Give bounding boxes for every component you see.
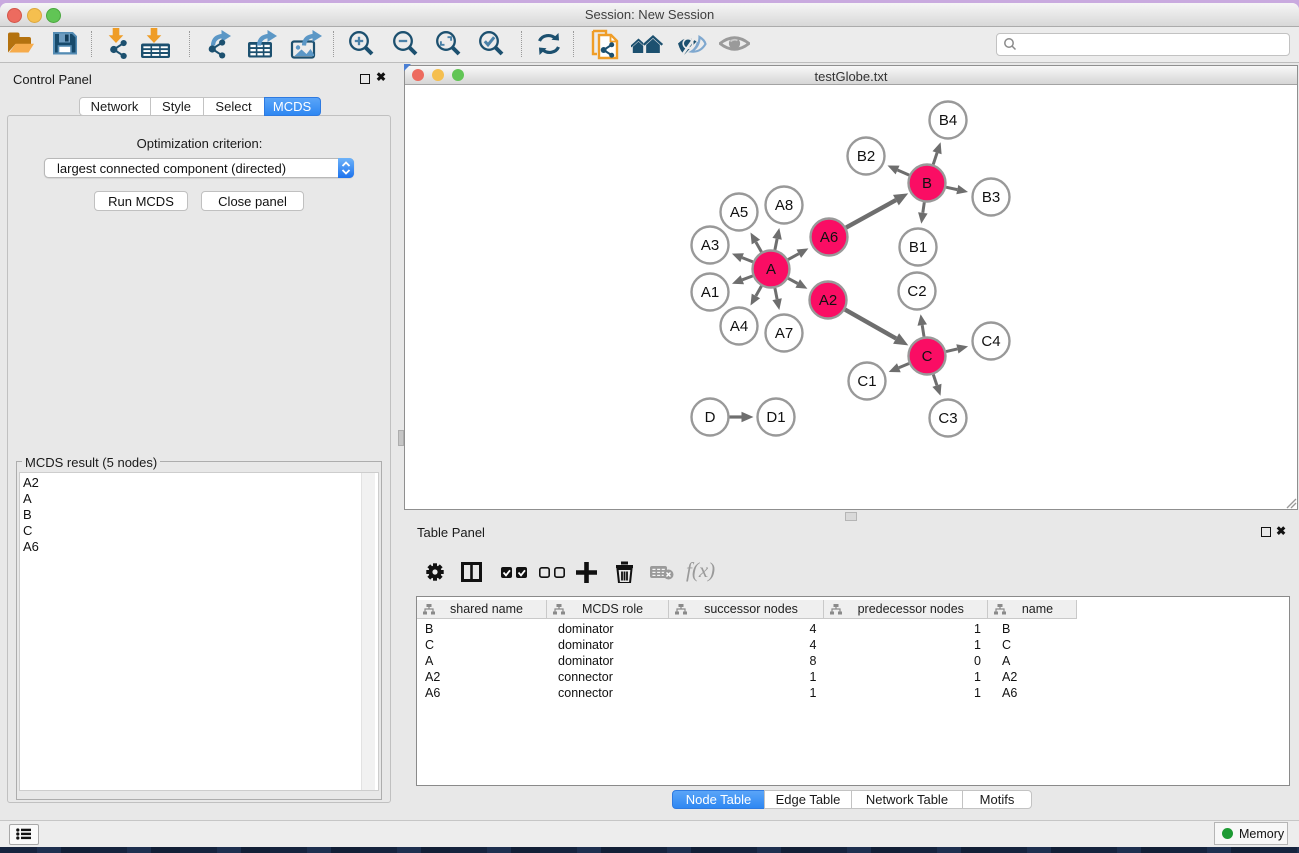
svg-text:B4: B4: [939, 112, 957, 129]
svg-text:A6: A6: [820, 229, 838, 246]
svg-text:A3: A3: [701, 237, 719, 254]
svg-text:C3: C3: [938, 410, 957, 427]
svg-text:C2: C2: [907, 283, 926, 300]
svg-text:B3: B3: [982, 189, 1000, 206]
svg-text:C: C: [922, 348, 933, 365]
svg-text:A2: A2: [819, 292, 837, 309]
svg-text:C1: C1: [857, 373, 876, 390]
svg-text:A8: A8: [775, 197, 793, 214]
svg-text:B1: B1: [909, 239, 927, 256]
svg-text:C4: C4: [981, 333, 1000, 350]
svg-text:A4: A4: [730, 318, 748, 335]
svg-text:A: A: [766, 261, 776, 278]
svg-text:A7: A7: [775, 325, 793, 342]
svg-text:A1: A1: [701, 284, 719, 301]
svg-text:D: D: [705, 409, 716, 426]
svg-text:A5: A5: [730, 204, 748, 221]
svg-text:B: B: [922, 175, 932, 192]
svg-text:B2: B2: [857, 148, 875, 165]
svg-text:D1: D1: [766, 409, 785, 426]
